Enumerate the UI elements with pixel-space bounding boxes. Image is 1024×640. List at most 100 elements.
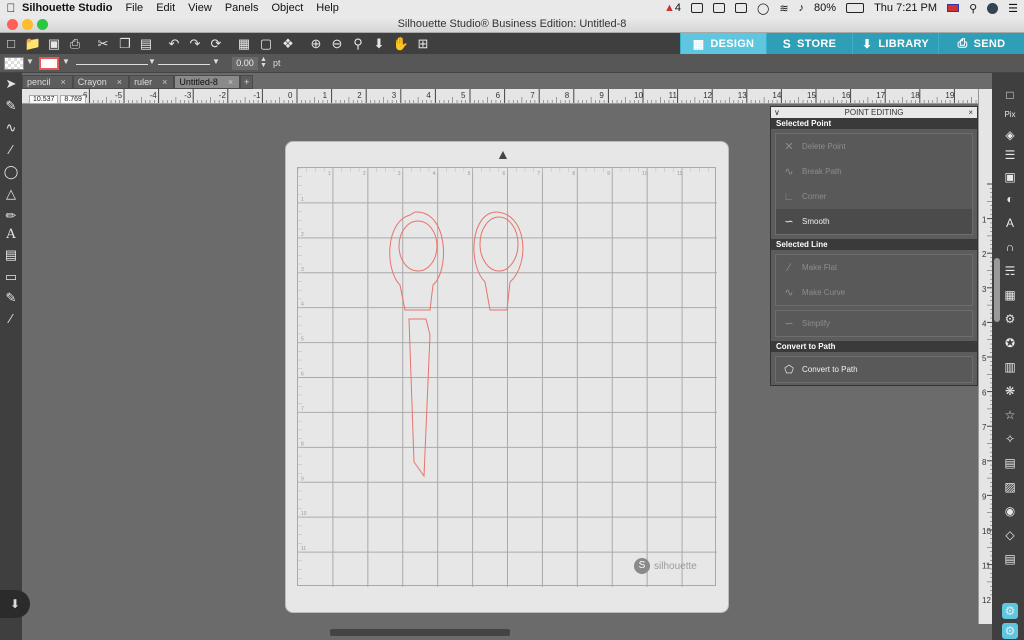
doc-tab-crayon[interactable]: Crayon × xyxy=(72,75,130,89)
menu-file[interactable]: File xyxy=(125,2,143,14)
new-file-icon[interactable]: □ xyxy=(2,35,20,52)
mat-grid[interactable]: 1 2 3 4 5 6 7 8 9 10 11 1 2 3 4 5 6 7 8 9 10 11 xyxy=(297,167,717,587)
make-flat-button[interactable]: ∕ Make Flat xyxy=(776,255,972,280)
trace-icon[interactable]: ❋ xyxy=(1002,383,1018,399)
pattern-icon[interactable]: ▨ xyxy=(1002,479,1018,495)
close-window-button[interactable] xyxy=(7,19,18,30)
smooth-button[interactable]: ∽ Smooth xyxy=(776,209,972,234)
page-setup-icon[interactable]: □ xyxy=(1002,87,1018,103)
text-tool-icon[interactable]: A xyxy=(3,226,19,244)
collapse-chevron-icon[interactable]: ∨ xyxy=(774,107,780,118)
close-tab-icon[interactable]: × xyxy=(228,76,233,88)
dropbox-icon[interactable] xyxy=(735,3,748,13)
panel-close-icon[interactable]: × xyxy=(968,107,973,118)
cut-icon[interactable]: ✂ xyxy=(94,35,112,52)
nesting-icon[interactable]: ◇ xyxy=(1002,527,1018,543)
redraw-icon[interactable]: ⟳ xyxy=(207,35,225,52)
volume-icon[interactable]: ♪ xyxy=(799,2,805,14)
line-style-dropdown-icon[interactable]: ▼ xyxy=(148,57,156,70)
fill-tool-icon[interactable]: ▤ xyxy=(3,246,19,264)
pan-hand-icon[interactable]: ✋ xyxy=(392,35,410,52)
tab-design[interactable]: ▦ DESIGN xyxy=(680,33,766,54)
flexi-point-icon[interactable]: ∿ xyxy=(3,119,19,137)
point-edit-icon[interactable]: ✎ xyxy=(3,97,19,115)
align-icon[interactable]: ☴ xyxy=(1002,263,1018,279)
select-all-icon[interactable]: ▦ xyxy=(235,35,253,52)
font-icon[interactable]: ∩ xyxy=(1002,239,1018,255)
print-icon[interactable]: ⎙ xyxy=(66,35,84,52)
battery-percent[interactable]: 80% xyxy=(814,2,836,14)
offset-icon[interactable]: ▥ xyxy=(1002,359,1018,375)
redo-icon[interactable]: ↷ xyxy=(186,35,204,52)
transform-icon[interactable]: ⚙ xyxy=(1002,311,1018,327)
doc-tab-pencil[interactable]: pencil × xyxy=(22,75,73,89)
undo-icon[interactable]: ↶ xyxy=(165,35,183,52)
line-style-select[interactable] xyxy=(76,57,148,65)
wifi-icon[interactable]: ≋ xyxy=(779,2,788,15)
delete-point-button[interactable]: ✕ Delete Point xyxy=(776,134,972,159)
ungroup-icon[interactable]: ❖ xyxy=(279,35,297,52)
add-tab-button[interactable]: + xyxy=(240,75,254,89)
user-avatar-icon[interactable] xyxy=(987,2,999,14)
knife-tool-icon[interactable]: ✎ xyxy=(3,289,19,307)
zoom-select-icon[interactable]: ⚲ xyxy=(349,35,367,52)
open-file-icon[interactable]: 📁 xyxy=(24,35,42,52)
creative-cloud-icon[interactable] xyxy=(691,3,704,13)
menu-edit[interactable]: Edit xyxy=(156,2,175,14)
zoom-in-icon[interactable]: ⊕ xyxy=(307,35,325,52)
rhinestone-icon[interactable]: ◉ xyxy=(1002,503,1018,519)
layers-icon[interactable]: ✧ xyxy=(1002,431,1018,447)
deselect-icon[interactable]: ▢ xyxy=(257,35,275,52)
break-path-button[interactable]: ∿ Break Path xyxy=(776,159,972,184)
line-width-input[interactable]: 0.00 xyxy=(232,57,258,70)
sketch-icon[interactable]: ☆ xyxy=(1002,407,1018,423)
flag-icon[interactable] xyxy=(947,4,960,12)
menu-object[interactable]: Object xyxy=(271,2,303,14)
text-style-icon[interactable]: A xyxy=(1002,215,1018,231)
close-tab-icon[interactable]: × xyxy=(117,76,122,88)
line-color-dropdown-icon[interactable]: ▼ xyxy=(62,57,70,70)
line-style-icon[interactable]: ☰ xyxy=(1002,147,1018,163)
spotlight-icon[interactable]: ⚲ xyxy=(969,2,977,15)
pixscan-icon[interactable]: Pix xyxy=(1002,107,1018,123)
save-icon[interactable]: ▣ xyxy=(45,35,63,52)
bluetooth-icon[interactable]: ◯ xyxy=(757,2,769,15)
eraser-tool-icon[interactable]: ▭ xyxy=(3,268,19,286)
menu-panels[interactable]: Panels xyxy=(225,2,259,14)
corner-button[interactable]: ∟ Corner xyxy=(776,184,972,209)
ellipse-tool-icon[interactable]: ◯ xyxy=(3,163,19,181)
fit-page-icon[interactable]: ⬇ xyxy=(370,35,388,52)
notification-center-icon[interactable]: ☰ xyxy=(1008,2,1018,15)
library-panel-icon[interactable]: ▤ xyxy=(1002,455,1018,471)
simplify-button[interactable]: ∽ Simplify xyxy=(776,311,972,336)
apple-icon[interactable]:  xyxy=(0,1,22,15)
line-width-stepper[interactable]: ▲ ▼ xyxy=(260,56,267,70)
panel-header[interactable]: ∨ POINT EDITING × xyxy=(771,107,977,118)
tab-store[interactable]: S STORE xyxy=(766,33,852,54)
transparency-icon[interactable]: ◐ xyxy=(1002,191,1018,207)
download-panel-button[interactable]: ⬇ xyxy=(0,590,30,618)
doc-tab-ruler[interactable]: ruler × xyxy=(129,75,175,89)
select-arrow-icon[interactable]: ➤ xyxy=(3,75,19,93)
menu-app-name[interactable]: Silhouette Studio xyxy=(22,2,112,14)
vertical-scrollbar-thumb[interactable] xyxy=(994,258,1000,322)
fill-dropdown-icon[interactable]: ▼ xyxy=(26,57,34,70)
close-tab-icon[interactable]: × xyxy=(61,76,66,88)
drive-icon[interactable] xyxy=(713,3,726,13)
warp-icon[interactable]: ▤ xyxy=(1002,551,1018,567)
menu-help[interactable]: Help xyxy=(316,2,339,14)
line-tool-icon[interactable]: ∕ xyxy=(3,141,19,159)
tab-library[interactable]: ⬇ LIBRARY xyxy=(852,33,938,54)
tab-send[interactable]: ⎙ SEND xyxy=(938,33,1024,54)
horizontal-scrollbar-thumb[interactable] xyxy=(330,629,510,636)
menu-view[interactable]: View xyxy=(188,2,212,14)
fill-swatch[interactable] xyxy=(4,57,24,70)
minimize-window-button[interactable] xyxy=(22,19,33,30)
polygon-tool-icon[interactable]: △ xyxy=(3,185,19,203)
convert-to-path-button[interactable]: ⬠ Convert to Path xyxy=(776,357,972,382)
replicate-icon[interactable]: ▦ xyxy=(1002,287,1018,303)
notification-icon[interactable]: ▲4 xyxy=(664,2,681,14)
preferences-icon[interactable]: ⚙ xyxy=(1002,623,1018,639)
line-join-dropdown-icon[interactable]: ▼ xyxy=(212,57,220,70)
modify-icon[interactable]: ✪ xyxy=(1002,335,1018,351)
